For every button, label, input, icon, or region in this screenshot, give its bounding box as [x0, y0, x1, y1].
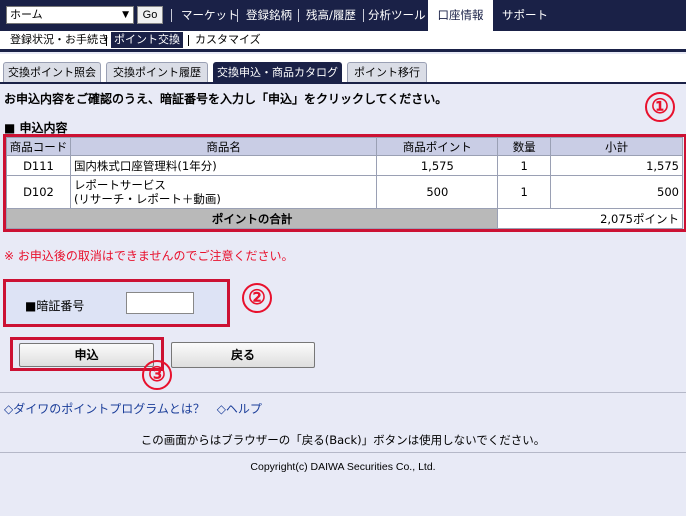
nav-divider: [298, 9, 299, 22]
cell-code: D111: [6, 155, 71, 176]
cell-points: 500: [376, 175, 499, 209]
nav-item-support[interactable]: サポート: [502, 0, 548, 31]
pin-input[interactable]: [126, 292, 194, 314]
header-product-points: 商品ポイント: [376, 137, 499, 156]
cell-qty: 1: [497, 175, 552, 209]
back-button-notice: この画面からはブラウザーの「戻る(Back)」ボタンは使用しないでください。: [140, 433, 546, 447]
nav-item-balance-history[interactable]: 残高/履歴: [306, 0, 356, 31]
marker-2: ②: [242, 283, 272, 313]
cancel-warning: ※ お申込後の取消はできませんのでご注意ください。: [4, 249, 294, 263]
cell-points: 1,575: [376, 155, 499, 176]
nav-divider: [237, 9, 238, 22]
help-links: ◇ダイワのポイントプログラムとは？ ◇ヘルプ: [4, 400, 270, 417]
tab-point-inquiry[interactable]: 交換ポイント照会: [3, 62, 101, 82]
instruction-text: お申込内容をご確認のうえ、暗証番号を入力し「申込」をクリックしてください。: [4, 92, 448, 106]
cell-subtotal: 500: [550, 175, 683, 209]
point-program-link[interactable]: ◇ダイワのポイントプログラムとは？: [4, 402, 205, 416]
cell-qty: 1: [497, 155, 552, 176]
nav-divider: [363, 9, 364, 22]
go-button[interactable]: Go: [137, 6, 163, 24]
help-link[interactable]: ◇ヘルプ: [217, 402, 262, 416]
cell-name-line2: (リサーチ・レポート＋動画): [73, 192, 221, 206]
table-header-row: 商品コード 商品名 商品ポイント 数量 小計: [6, 137, 683, 156]
sub-divider: [106, 35, 107, 46]
cell-code: D102: [6, 175, 71, 209]
header-quantity: 数量: [497, 137, 552, 156]
header-product-code: 商品コード: [6, 137, 71, 156]
cell-name: 国内株式口座管理料(1年分): [69, 155, 378, 176]
table-row: D102 レポートサービス (リサーチ・レポート＋動画) 500 1 500: [6, 175, 683, 209]
sub-divider: [188, 35, 189, 46]
sub-item-registration[interactable]: 登録状況・お手続き: [10, 31, 109, 49]
nav-item-analysis-tools[interactable]: 分析ツール: [368, 0, 426, 31]
cell-name: レポートサービス (リサーチ・レポート＋動画): [69, 175, 378, 209]
nav-item-market[interactable]: マーケット: [181, 0, 239, 31]
total-value: 2,075ポイント: [497, 208, 683, 229]
marker-1: ①: [645, 92, 675, 122]
sub-item-point-exchange[interactable]: ポイント交換: [111, 32, 183, 48]
tab-point-transfer[interactable]: ポイント移行: [347, 62, 427, 82]
nav-item-registered-stocks[interactable]: 登録銘柄: [246, 0, 292, 31]
back-button[interactable]: 戻る: [171, 342, 315, 368]
cell-subtotal: 1,575: [550, 155, 683, 176]
pin-label: ■暗証番号: [25, 299, 85, 313]
triangle-down-icon: ▼: [122, 10, 129, 20]
submit-button[interactable]: 申込: [19, 343, 154, 367]
menu-select-value: ホーム: [10, 8, 43, 21]
divider: [0, 392, 686, 393]
top-navigation: ホーム ▼ Go マーケット 登録銘柄 残高/履歴 分析ツール 口座情報 サポー…: [0, 0, 686, 31]
sub-navigation: 登録状況・お手続き ポイント交換 カスタマイズ: [0, 31, 686, 52]
application-table: 商品コード 商品名 商品ポイント 数量 小計 D111 国内株式口座管理料(1年…: [5, 137, 683, 229]
nav-divider: [171, 9, 172, 22]
menu-select[interactable]: ホーム ▼: [6, 6, 134, 24]
cell-name-line1: レポートサービス: [73, 178, 166, 192]
copyright: Copyright(c) DAIWA Securities Co., Ltd.: [250, 461, 436, 473]
tab-point-history[interactable]: 交換ポイント履歴: [106, 62, 208, 82]
table-total-row: ポイントの合計 2,075ポイント: [5, 208, 683, 229]
tab-bar: 交換ポイント照会 交換ポイント履歴 交換申込・商品カタログ ポイント移行: [0, 54, 686, 84]
tab-application-catalog[interactable]: 交換申込・商品カタログ: [213, 62, 342, 82]
nav-item-account-info[interactable]: 口座情報: [428, 0, 493, 31]
header-subtotal: 小計: [550, 137, 683, 156]
marker-3: ③: [142, 360, 172, 390]
total-label: ポイントの合計: [5, 208, 499, 229]
table-row: D111 国内株式口座管理料(1年分) 1,575 1 1,575: [6, 155, 683, 176]
divider: [0, 452, 686, 453]
header-product-name: 商品名: [69, 137, 378, 156]
sub-item-customize[interactable]: カスタマイズ: [195, 31, 261, 49]
